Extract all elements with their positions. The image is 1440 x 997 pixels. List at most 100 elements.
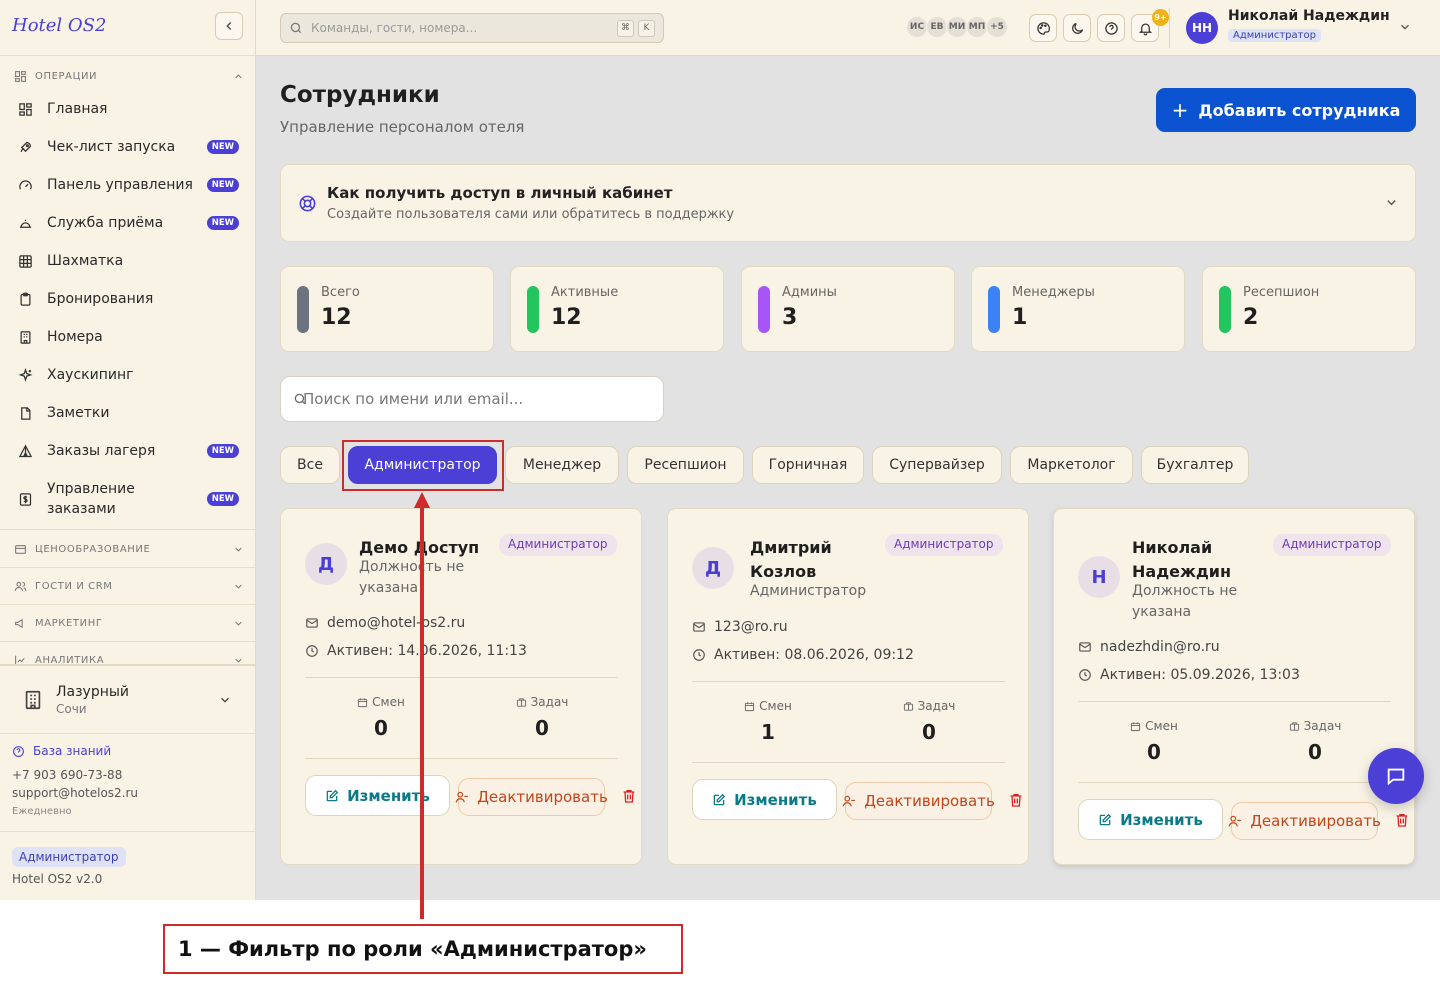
chevron-down-icon[interactable] xyxy=(1398,20,1412,34)
user-avatar[interactable]: НН xyxy=(1186,12,1218,44)
employee-position: Должность не указана xyxy=(1132,583,1238,620)
employee-name: Дмитрий Козлов xyxy=(750,538,832,581)
user-name[interactable]: Николай Надеждин xyxy=(1228,8,1390,24)
section-analytics[interactable]: АНАЛИТИКА xyxy=(12,651,244,669)
stat-reception: Ресепшион 2 xyxy=(1202,266,1416,352)
section-marketing[interactable]: МАРКЕТИНГ xyxy=(12,614,244,632)
stat-indicator xyxy=(988,286,1000,333)
support-phone[interactable]: +7 903 690-73-88 xyxy=(12,768,122,782)
theme-palette-button[interactable] xyxy=(1029,14,1057,42)
section-pricing[interactable]: ЦЕНООБРАЗОВАНИЕ xyxy=(12,540,244,558)
employee-search-input[interactable] xyxy=(303,390,651,408)
add-employee-label: Добавить сотрудника xyxy=(1198,100,1401,120)
filter-reception[interactable]: Ресепшион xyxy=(627,446,744,484)
tasks-label-text: Задач xyxy=(1303,719,1342,733)
sidebar-item-grid[interactable]: Шахматка xyxy=(16,251,244,271)
section-operations[interactable]: ОПЕРАЦИИ xyxy=(12,67,244,85)
deactivate-employee-button[interactable]: Деактивировать xyxy=(455,778,608,816)
stat-indicator xyxy=(527,286,539,333)
annotation-caption: 1 — Фильтр по роли «Администратор» xyxy=(163,924,683,974)
help-icon xyxy=(12,745,25,758)
clipboard-icon xyxy=(16,290,34,308)
palette-icon xyxy=(1036,21,1050,35)
sidebar-item-rooms[interactable]: Номера xyxy=(16,327,244,347)
edit-icon xyxy=(712,793,726,807)
mail-icon xyxy=(1078,640,1092,654)
dark-mode-button[interactable] xyxy=(1063,14,1091,42)
edit-employee-button[interactable]: Изменить xyxy=(305,775,450,816)
sidebar-item-label: Шахматка xyxy=(47,253,124,269)
sidebar-item-label: Заметки xyxy=(47,405,110,421)
employee-card[interactable]: Д Дмитрий Козлов Администратор Администр… xyxy=(667,508,1029,865)
chat-icon xyxy=(1387,768,1405,786)
tasks-label: Задач xyxy=(492,695,592,709)
knowledge-base-link[interactable]: База знаний xyxy=(12,744,111,758)
sidebar-item-notes[interactable]: Заметки xyxy=(16,403,244,423)
stat-managers: Менеджеры 1 xyxy=(971,266,1185,352)
employee-search[interactable] xyxy=(280,376,664,422)
shifts-label-text: Смен xyxy=(372,695,405,709)
sidebar-item-camp-orders[interactable]: Заказы лагеря NEW xyxy=(16,441,244,461)
employee-email-row: 123@ro.ru xyxy=(692,619,788,635)
delete-employee-button[interactable] xyxy=(1008,792,1024,808)
new-badge: NEW xyxy=(206,140,239,154)
briefcase-icon xyxy=(516,697,527,708)
command-search[interactable]: ⌘ K xyxy=(280,13,664,43)
deactivate-label: Деактивировать xyxy=(477,788,608,806)
stat-value: 3 xyxy=(782,305,798,330)
employee-role-badge: Администратор xyxy=(885,534,1003,556)
filter-all[interactable]: Все xyxy=(280,446,340,484)
deactivate-employee-button[interactable]: Деактивировать xyxy=(1228,802,1381,840)
search-icon xyxy=(289,21,303,35)
sidebar-item-order-management[interactable]: Управление заказами NEW xyxy=(16,479,244,519)
edit-employee-button[interactable]: Изменить xyxy=(692,779,837,820)
clock-icon xyxy=(1078,668,1092,682)
stat-label: Админы xyxy=(782,285,837,300)
deactivate-label: Деактивировать xyxy=(864,792,995,810)
sidebar-item-label: Служба приёма xyxy=(47,215,164,231)
annotation-arrow xyxy=(420,505,424,919)
section-guests-crm[interactable]: ГОСТИ И CRM xyxy=(12,577,244,595)
shifts-value: 0 xyxy=(1147,740,1161,764)
filter-accountant[interactable]: Бухгалтер xyxy=(1141,446,1249,484)
topbar: ⌘ K ИС ЕВ МИ МП +5 9+ НН Николай Надежди… xyxy=(256,0,1440,56)
support-email[interactable]: support@hotelos2.ru xyxy=(12,786,138,800)
trash-icon xyxy=(1010,794,1022,807)
edit-label: Изменить xyxy=(734,790,817,809)
command-search-input[interactable] xyxy=(311,21,613,35)
filter-housemaid[interactable]: Горничная xyxy=(752,446,864,484)
users-icon xyxy=(12,578,28,594)
edit-employee-button[interactable]: Изменить xyxy=(1078,799,1223,840)
access-info-panel[interactable]: Как получить доступ в личный кабинет Соз… xyxy=(280,164,1416,242)
employee-card[interactable]: Д Демо Доступ Должность не указана Админ… xyxy=(280,508,642,865)
user-minus-icon xyxy=(1228,814,1242,828)
filter-manager[interactable]: Менеджер xyxy=(505,446,619,484)
sidebar-item-housekeeping[interactable]: Хаускипинг xyxy=(16,365,244,385)
filter-marketer[interactable]: Маркетолог xyxy=(1010,446,1133,484)
page-title: Сотрудники xyxy=(280,82,440,108)
delete-employee-button[interactable] xyxy=(621,788,637,804)
section-label: ОПЕРАЦИИ xyxy=(35,70,98,82)
online-users[interactable]: ИС ЕВ МИ МП +5 xyxy=(906,16,1008,38)
help-button[interactable] xyxy=(1097,14,1125,42)
delete-employee-button[interactable] xyxy=(1394,812,1410,828)
employee-card[interactable]: Н Николай Надеждин Должность не указана … xyxy=(1053,508,1415,865)
sidebar-collapse-button[interactable] xyxy=(215,12,243,40)
sidebar-item-front-desk[interactable]: Служба приёма NEW xyxy=(16,213,244,233)
add-employee-button[interactable]: + Добавить сотрудника xyxy=(1156,88,1416,132)
sidebar-item-label: Номера xyxy=(47,329,103,345)
sidebar-item-bookings[interactable]: Бронирования xyxy=(16,289,244,309)
brand-logo[interactable]: Hotel OS2 xyxy=(12,15,106,36)
sidebar-item-control-panel[interactable]: Панель управления NEW xyxy=(16,175,244,195)
building-icon xyxy=(16,328,34,346)
filter-supervisor[interactable]: Супервайзер xyxy=(872,446,1002,484)
deactivate-employee-button[interactable]: Деактивировать xyxy=(842,782,995,820)
sidebar-item-home[interactable]: Главная xyxy=(16,99,244,119)
chat-button[interactable] xyxy=(1368,748,1424,804)
hotel-selector[interactable]: Лазурный Сочи xyxy=(12,678,244,722)
hotel-name: Лазурный xyxy=(56,684,130,700)
online-users-more: +5 xyxy=(986,16,1008,38)
chevron-left-icon xyxy=(226,22,232,30)
stat-indicator xyxy=(1219,286,1231,333)
sidebar-item-launch-checklist[interactable]: Чек-лист запуска NEW xyxy=(16,137,244,157)
